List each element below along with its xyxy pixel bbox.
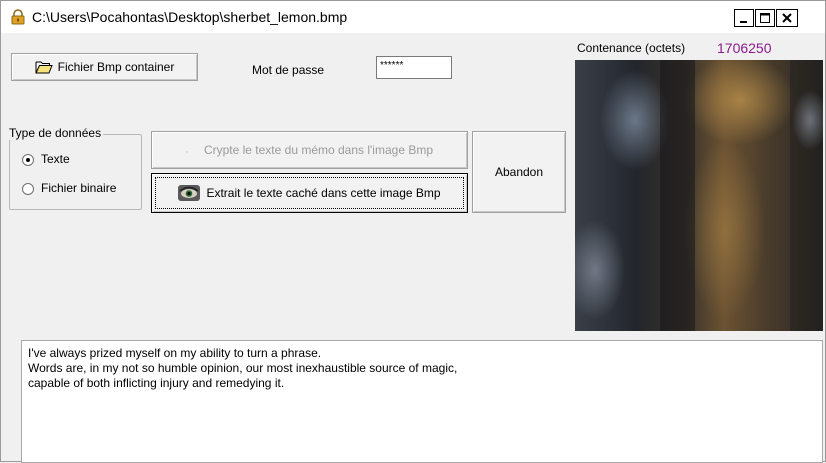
capacity-label: Contenance (octets)	[577, 41, 686, 55]
disabled-icon: ,	[185, 146, 188, 154]
close-button[interactable]	[776, 9, 798, 27]
memo-text-area[interactable]: I've always prized myself on my ability …	[21, 340, 823, 463]
application-window: C:\Users\Pocahontas\Desktop\sherbet_lemo…	[0, 0, 826, 463]
bmp-image-preview	[575, 60, 823, 331]
capacity-value: 1706250	[717, 40, 772, 56]
abort-label: Abandon	[494, 165, 544, 179]
radio-texte-button[interactable]	[22, 154, 34, 166]
maximize-icon	[760, 13, 770, 23]
abort-button[interactable]: Abandon	[472, 131, 566, 213]
data-type-groupbox	[9, 134, 142, 210]
radio-binary-file-label: Fichier binaire	[41, 181, 117, 195]
memo-line: Words are, in my not so humble opinion, …	[28, 361, 458, 375]
title-bar[interactable]: C:\Users\Pocahontas\Desktop\sherbet_lemo…	[1, 1, 825, 33]
bmp-image	[575, 60, 823, 331]
window-title: C:\Users\Pocahontas\Desktop\sherbet_lemo…	[32, 9, 348, 25]
folder-open-icon	[35, 61, 53, 74]
radio-texte-label: Texte	[41, 152, 70, 166]
radio-binary-file-button[interactable]	[22, 183, 34, 195]
encrypt-memo-button[interactable]: , Crypte le texte du mémo dans l'image B…	[151, 131, 468, 169]
password-label: Mot de passe	[252, 63, 325, 77]
maximize-button[interactable]	[755, 9, 775, 27]
extract-hidden-text-button[interactable]: Extrait le texte caché dans cette image …	[151, 173, 468, 213]
lock-icon	[11, 9, 25, 25]
encrypt-memo-label: Crypte le texte du mémo dans l'image Bmp	[203, 143, 433, 157]
data-type-legend: Type de données	[9, 126, 104, 140]
focus-ring	[155, 177, 464, 209]
password-field[interactable]: ******	[376, 56, 452, 79]
minimize-button[interactable]	[734, 9, 754, 27]
close-icon	[782, 13, 792, 23]
memo-line: I've always prized myself on my ability …	[28, 346, 322, 360]
open-bmp-container-label: Fichier Bmp container	[57, 60, 175, 74]
open-bmp-container-button[interactable]: Fichier Bmp container	[11, 53, 198, 81]
memo-line: capable of both inflicting injury and re…	[28, 376, 285, 390]
minimize-icon	[740, 21, 747, 23]
